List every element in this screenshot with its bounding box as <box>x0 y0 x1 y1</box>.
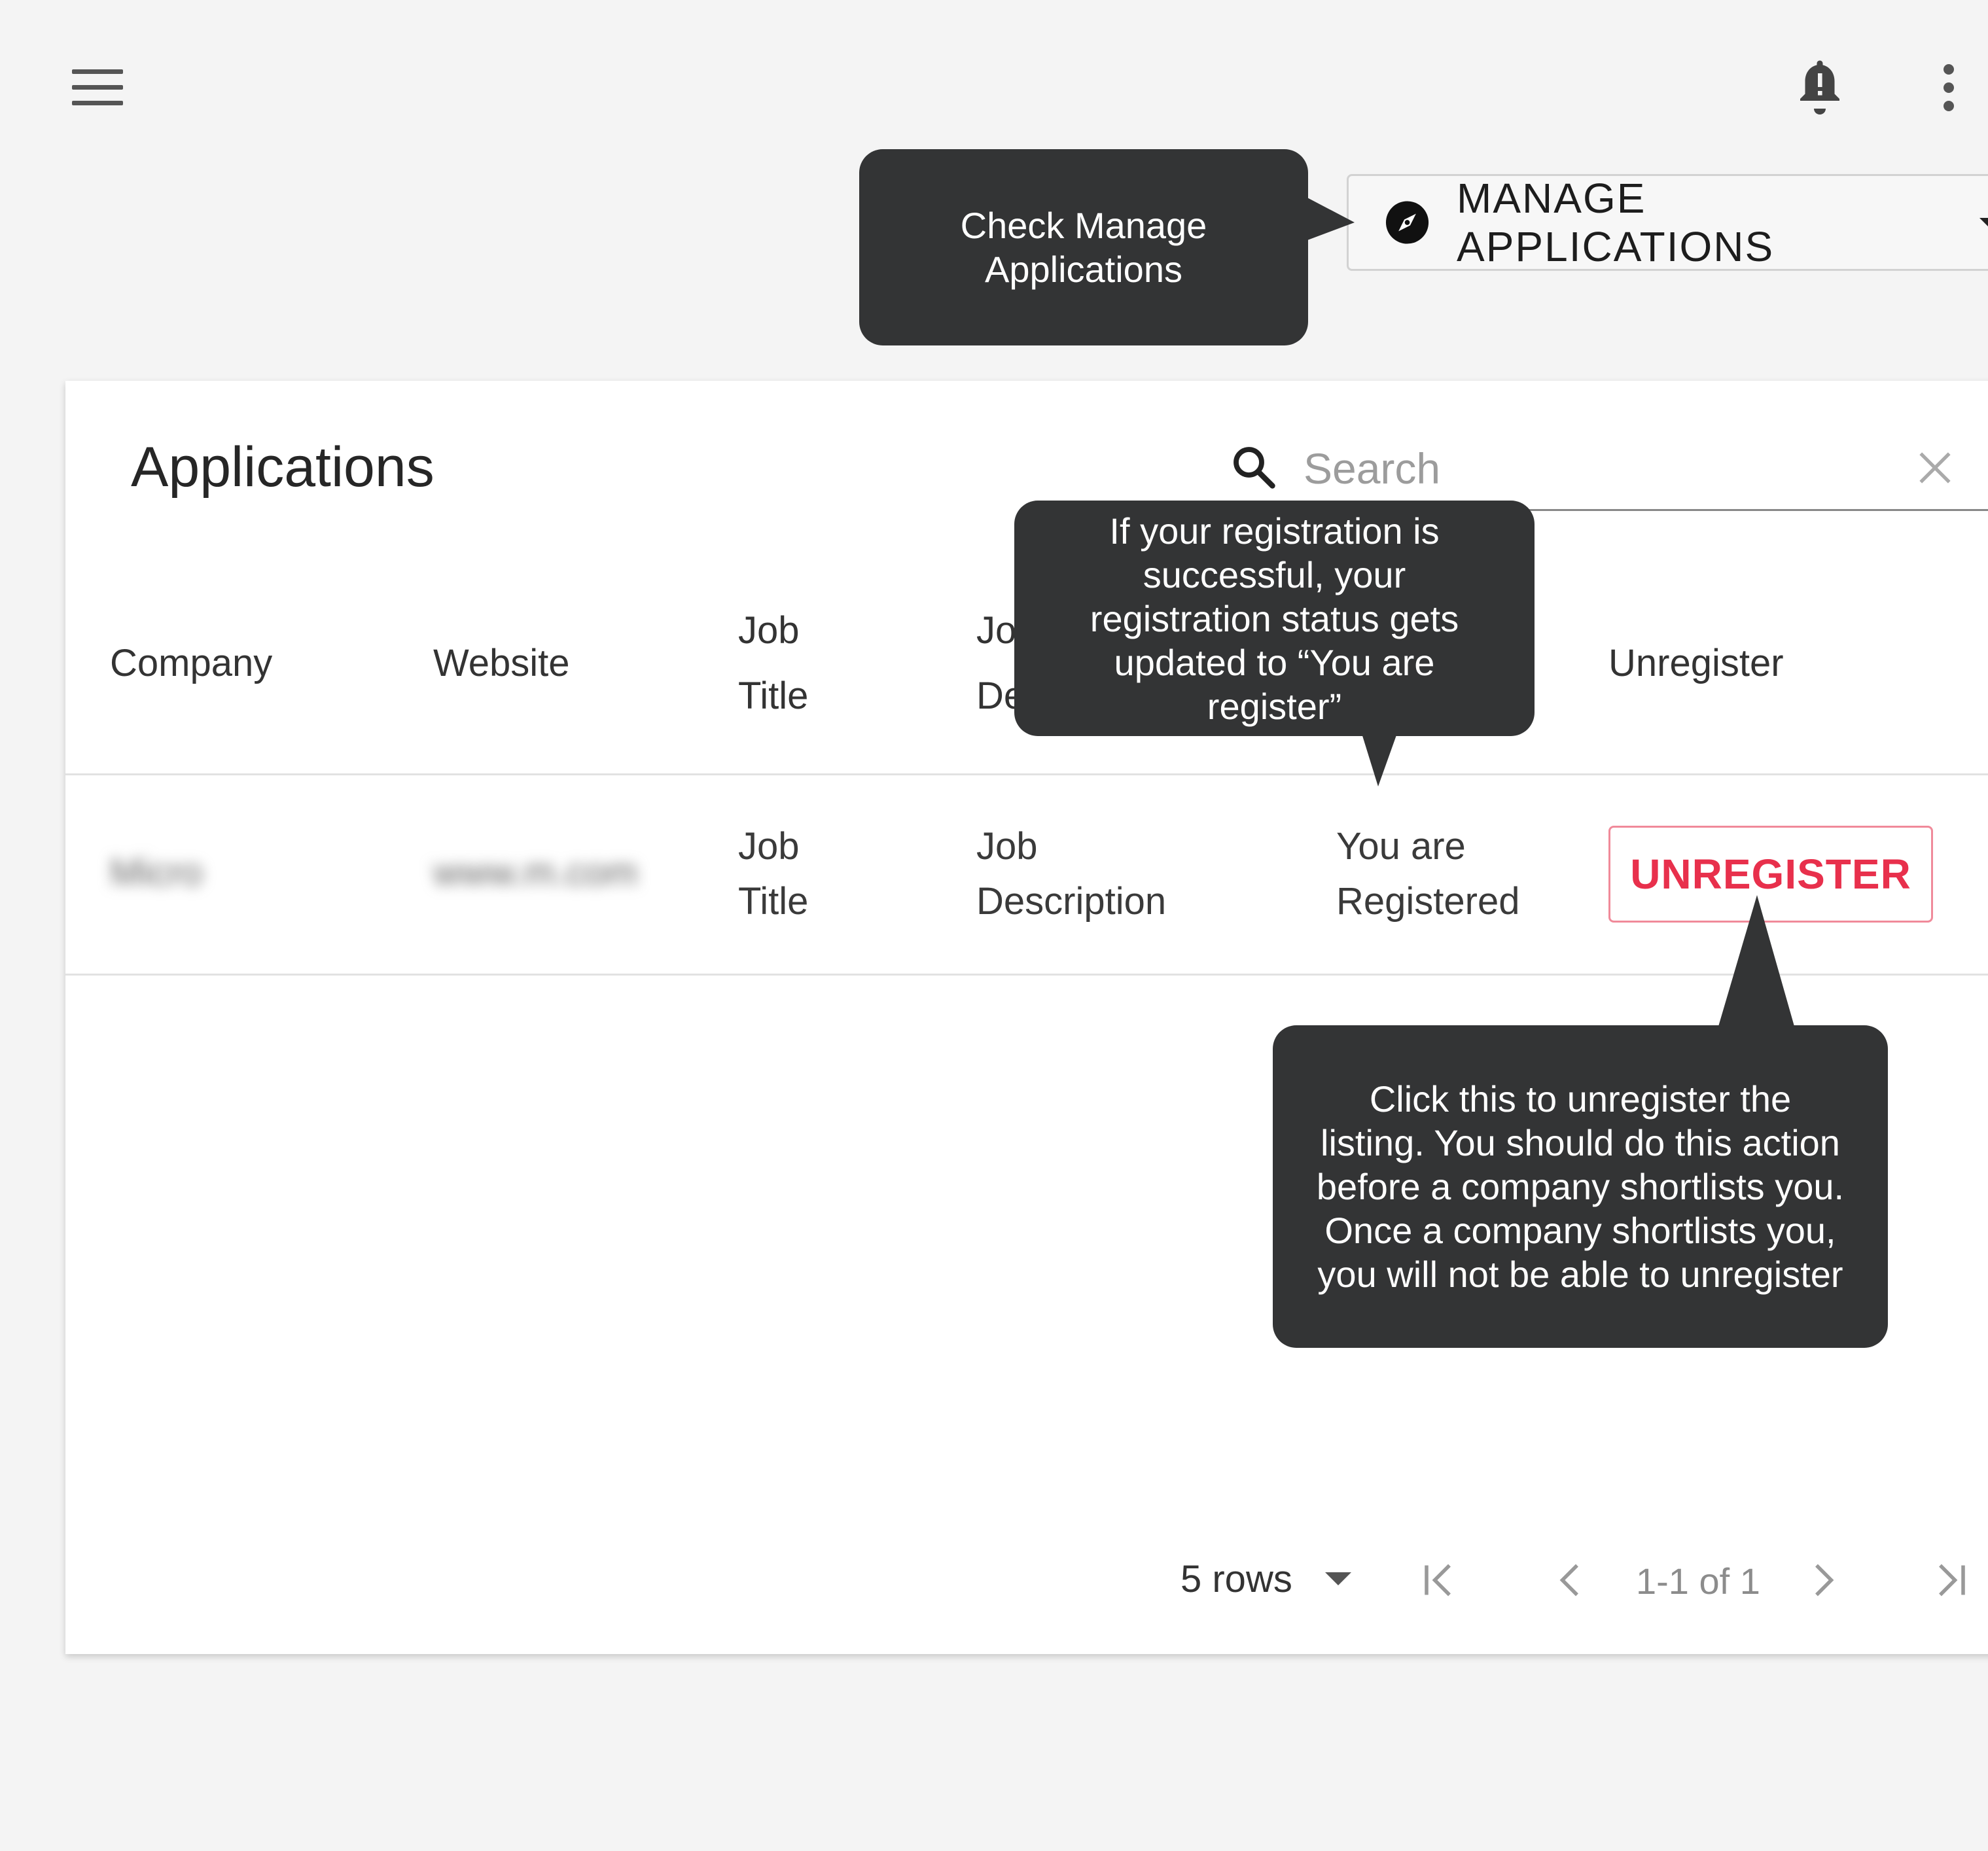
cell-job-description-line2: Description <box>976 880 1167 923</box>
column-header-unregister[interactable]: Unregister <box>1608 631 1784 696</box>
callout-pointer-unregister <box>1718 895 1795 1029</box>
caret-down-icon <box>1979 217 1988 228</box>
hamburger-menu-icon[interactable] <box>72 68 123 106</box>
rows-dropdown-caret-icon[interactable] <box>1325 1572 1351 1585</box>
callout-manage-applications: Check Manage Applications <box>859 149 1308 345</box>
cell-job-description-line1: Job <box>976 825 1038 868</box>
first-page-icon[interactable] <box>1420 1560 1459 1600</box>
manage-applications-label: MANAGE APPLICATIONS <box>1457 175 1775 270</box>
prev-page-icon[interactable] <box>1551 1560 1590 1600</box>
search-icon <box>1234 447 1275 489</box>
column-header-company[interactable]: Company <box>110 631 272 696</box>
callout-unregister-info: Click this to unregister the listing. Yo… <box>1273 1025 1888 1348</box>
callout-registration-status: If your registration is successful, your… <box>1014 501 1535 736</box>
cell-status-line1: You are <box>1336 825 1466 868</box>
callout-manage-text: Check Manage Applications <box>960 205 1207 290</box>
last-page-icon[interactable] <box>1930 1560 1970 1600</box>
close-icon[interactable] <box>1916 449 1954 487</box>
pagination-range: 1-1 of 1 <box>1636 1560 1760 1602</box>
header-divider <box>65 773 1988 775</box>
cell-company: Micro <box>110 851 203 894</box>
cell-job-title: Job Title <box>738 819 808 929</box>
page-title: Applications <box>131 436 435 499</box>
callout-pointer-status <box>1361 732 1398 786</box>
row-divider <box>65 974 1988 976</box>
notification-bell-icon[interactable] <box>1796 58 1843 116</box>
cell-website: www.m.com <box>433 851 638 894</box>
cell-registration-status: You are Registered <box>1336 819 1519 929</box>
rows-per-page-select[interactable]: 5 rows <box>1180 1557 1292 1601</box>
callout-pointer-manage <box>1302 195 1355 242</box>
more-vert-icon[interactable] <box>1937 63 1963 115</box>
cell-job-title-line2: Title <box>738 880 809 923</box>
column-header-job-title[interactable]: Job Title <box>738 598 808 729</box>
callout-status-text: If your registration is successful, your… <box>1090 510 1459 727</box>
cell-job-title-line1: Job <box>738 825 800 868</box>
compass-icon <box>1385 201 1429 244</box>
column-header-website[interactable]: Website <box>433 631 569 696</box>
column-header-job-title-line1: Job <box>738 609 800 652</box>
search-input[interactable] <box>1302 432 1894 505</box>
manage-applications-button[interactable]: MANAGE APPLICATIONS <box>1347 174 1988 271</box>
cell-job-description: Job Description <box>976 819 1166 929</box>
next-page-icon[interactable] <box>1803 1560 1843 1600</box>
column-header-job-title-line2: Title <box>738 675 809 717</box>
cell-status-line2: Registered <box>1336 880 1520 923</box>
callout-unregister-text: Click this to unregister the listing. Yo… <box>1316 1078 1845 1295</box>
